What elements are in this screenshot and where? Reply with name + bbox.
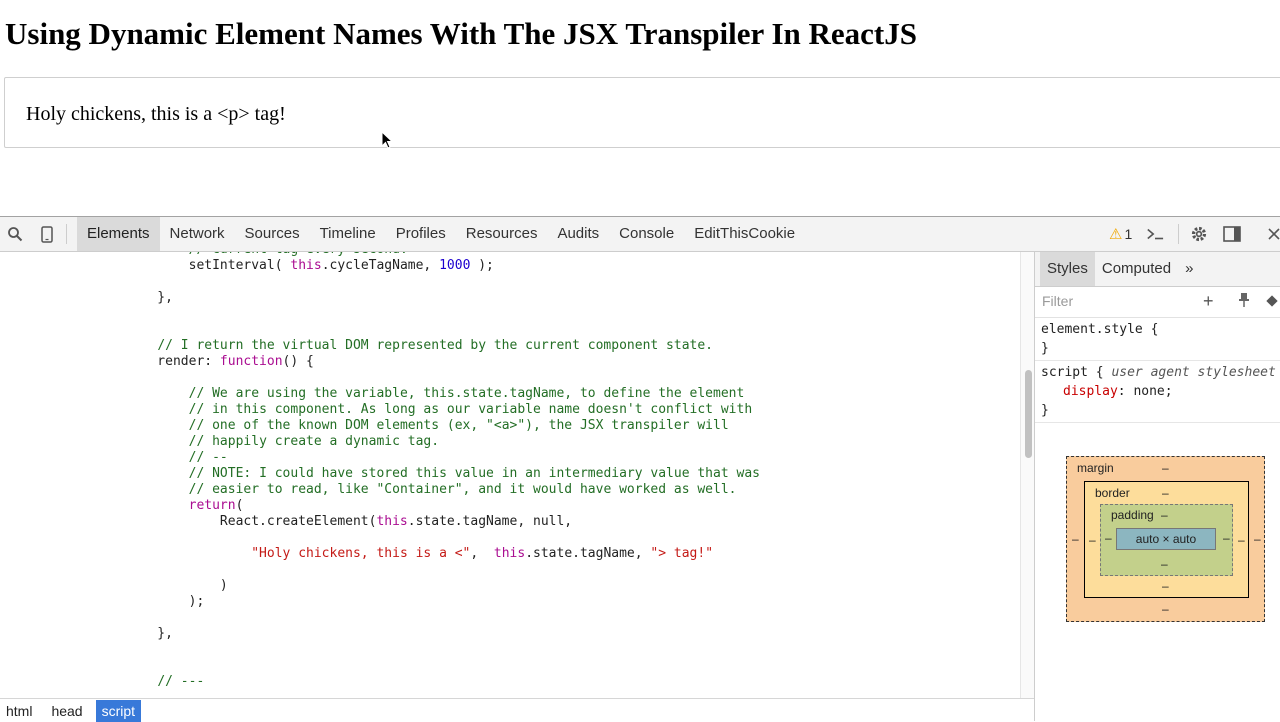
tab-console[interactable]: Console: [609, 217, 684, 251]
code-line: "Holy chickens, this is a <", this.state…: [251, 546, 714, 561]
tab-sources[interactable]: Sources: [235, 217, 310, 251]
close-icon[interactable]: [1265, 225, 1280, 243]
padding-right-value: –: [1223, 531, 1230, 545]
new-style-rule-icon[interactable]: +: [1203, 291, 1214, 312]
style-origin: user agent stylesheet: [1111, 365, 1276, 380]
tab-timeline[interactable]: Timeline: [310, 217, 386, 251]
box-model-content: auto × auto: [1116, 528, 1216, 550]
warning-icon: ⚠: [1109, 226, 1123, 243]
breadcrumb-head[interactable]: head: [45, 700, 88, 722]
element-style-rule[interactable]: element.style { }: [1035, 318, 1280, 361]
code-line: // ---: [157, 674, 205, 689]
filter-row: Filter +: [1035, 287, 1280, 318]
padding-top-value: –: [1161, 508, 1168, 522]
tab-computed[interactable]: Computed: [1095, 252, 1178, 286]
box-model-padding: padding – – – – auto × auto: [1100, 504, 1233, 576]
code-line: // happily create a dynamic tag.: [188, 434, 440, 449]
gear-icon[interactable]: [1190, 225, 1208, 243]
tab-resources[interactable]: Resources: [456, 217, 548, 251]
styles-sidebar: Styles Computed » Filter + element.style…: [1034, 252, 1280, 721]
code-line: );: [126, 594, 205, 609]
source-code-view[interactable]: // current tag every second. setInterval…: [0, 252, 1020, 698]
padding-bottom-value: –: [1161, 557, 1168, 571]
margin-top-value: –: [1162, 461, 1169, 475]
pin-icon[interactable]: [1238, 292, 1250, 313]
tab-network[interactable]: Network: [160, 217, 235, 251]
warning-count: 1: [1124, 226, 1133, 242]
devtools-tabs: Elements Network Sources Timeline Profiles Re…: [77, 217, 805, 251]
code-line: // one of the known DOM elements (ex, "<…: [188, 418, 729, 433]
padding-label: padding: [1111, 508, 1154, 522]
mouse-cursor-icon: [381, 131, 393, 149]
code-line: // --: [188, 450, 228, 465]
tab-profiles[interactable]: Profiles: [386, 217, 456, 251]
style-property-name: display: [1063, 384, 1118, 399]
element-style-close: }: [1041, 341, 1049, 356]
code-line: // I return the virtual DOM represented …: [157, 338, 714, 353]
search-icon[interactable]: [6, 225, 24, 243]
breadcrumb-script[interactable]: script: [95, 699, 142, 722]
margin-bottom-value: –: [1162, 602, 1169, 616]
more-tabs-icon[interactable]: »: [1178, 252, 1200, 286]
border-label: border: [1095, 486, 1130, 500]
devtools-panel: Elements Network Sources Timeline Profiles Re…: [0, 216, 1280, 722]
toolbar-divider: [1178, 224, 1179, 244]
border-bottom-value: –: [1162, 579, 1169, 593]
box-model-margin: margin – – – – border – – – – padding – …: [1066, 456, 1265, 622]
tab-elements[interactable]: Elements: [77, 217, 160, 251]
padding-left-value: –: [1105, 531, 1112, 545]
device-mode-icon[interactable]: [38, 225, 56, 243]
margin-label: margin: [1077, 461, 1114, 475]
web-page: Using Dynamic Element Names With The JSX…: [0, 0, 1280, 216]
code-line: ): [126, 578, 228, 593]
sidebar-tabs: Styles Computed »: [1035, 252, 1280, 287]
devtools-toolbar: Elements Network Sources Timeline Profiles Re…: [0, 217, 1280, 252]
tab-editthiscookie[interactable]: EditThisCookie: [684, 217, 805, 251]
filter-input[interactable]: Filter: [1042, 293, 1073, 309]
vertical-scrollbar[interactable]: [1020, 252, 1035, 698]
code-line: // We are using the variable, this.state…: [188, 386, 745, 401]
border-left-value: –: [1089, 533, 1096, 547]
box-model-border: border – – – – padding – – – – auto × au…: [1084, 481, 1249, 598]
margin-left-value: –: [1072, 532, 1079, 546]
console-drawer-icon[interactable]: [1146, 225, 1164, 243]
script-selector: script {: [1041, 365, 1104, 380]
border-top-value: –: [1162, 486, 1169, 500]
code-line: setInterval( this.cycleTagName, 1000 );: [126, 258, 494, 273]
border-right-value: –: [1238, 533, 1245, 547]
code-line: // easier to read, like "Container", and…: [188, 482, 737, 497]
style-property-value: none;: [1133, 384, 1173, 399]
code-line: render: function() {: [126, 354, 314, 369]
code-line: },: [126, 290, 173, 305]
code-line: },: [126, 626, 173, 641]
breadcrumb: html head script: [0, 698, 1034, 722]
scrollbar-thumb[interactable]: [1025, 370, 1032, 458]
margin-right-value: –: [1254, 532, 1261, 546]
code-line: React.createElement(this.state.tagName, …: [126, 514, 573, 529]
warning-indicator[interactable]: ⚠ 1: [1109, 225, 1132, 243]
tab-styles[interactable]: Styles: [1040, 252, 1095, 286]
script-style-rule[interactable]: script { user agent stylesheet display: …: [1035, 361, 1280, 423]
tab-audits[interactable]: Audits: [547, 217, 609, 251]
breadcrumb-html[interactable]: html: [0, 700, 38, 722]
toolbar-divider: [66, 224, 67, 244]
script-style-close: }: [1041, 403, 1049, 418]
demo-text: Holy chickens, this is a <p> tag!: [26, 103, 286, 125]
demo-container: Holy chickens, this is a <p> tag!: [4, 77, 1280, 148]
code-line: return(: [188, 498, 244, 513]
code-line: // in this component. As long as our var…: [188, 402, 753, 417]
code-line: // NOTE: I could have stored this value …: [188, 466, 760, 481]
toggle-element-state-icon[interactable]: [1265, 294, 1279, 313]
dock-side-icon[interactable]: [1223, 225, 1241, 243]
element-style-selector: element.style {: [1041, 322, 1159, 337]
page-heading: Using Dynamic Element Names With The JSX…: [5, 16, 917, 51]
